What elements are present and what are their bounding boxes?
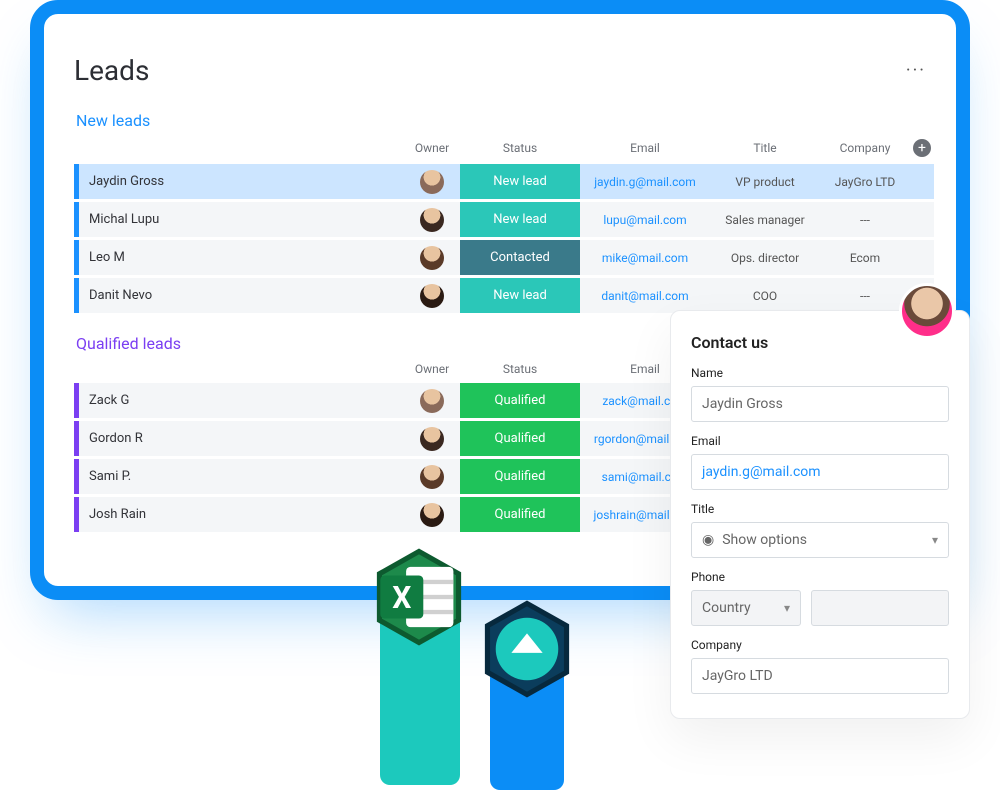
name-field[interactable]: Jaydin Gross — [691, 386, 949, 422]
lead-email[interactable]: danit@mail.com — [580, 278, 710, 313]
col-owner[interactable]: Owner — [404, 362, 460, 380]
lead-title[interactable]: Sales manager — [710, 202, 820, 237]
lead-name[interactable]: Jaydin Gross — [74, 164, 404, 199]
window-controls — [58, 22, 91, 29]
contact-avatar — [899, 283, 955, 339]
lead-email[interactable]: jaydin.g@mail.com — [580, 164, 710, 199]
status-cell[interactable]: Qualified — [460, 497, 580, 532]
owner-avatar[interactable] — [404, 421, 460, 456]
eye-icon: ◉ — [702, 532, 714, 548]
avatar-icon — [420, 208, 444, 232]
chevron-down-icon: ▾ — [932, 533, 938, 547]
lead-name[interactable]: Josh Rain — [74, 497, 404, 532]
lead-name[interactable]: Michal Lupu — [74, 202, 404, 237]
status-cell[interactable]: New lead — [460, 278, 580, 313]
table-row[interactable]: Michal Lupu New lead lupu@mail.com Sales… — [74, 202, 934, 237]
lead-company[interactable]: Ecom — [820, 240, 910, 275]
owner-avatar[interactable] — [404, 383, 460, 418]
title-label: Title — [691, 502, 949, 516]
phone-country-select[interactable]: Country ▾ — [691, 590, 801, 626]
avatar-icon — [420, 170, 444, 194]
owner-avatar[interactable] — [404, 202, 460, 237]
owner-avatar[interactable] — [404, 164, 460, 199]
col-status[interactable]: Status — [460, 139, 580, 161]
owner-avatar[interactable] — [404, 240, 460, 275]
group-title-new-leads[interactable]: New leads — [76, 111, 926, 130]
col-email[interactable]: Email — [580, 139, 710, 161]
lead-company[interactable]: --- — [820, 278, 910, 313]
status-cell[interactable]: New lead — [460, 202, 580, 237]
col-title[interactable]: Title — [710, 139, 820, 161]
lead-name[interactable]: Zack G — [74, 383, 404, 418]
lead-name[interactable]: Sami P. — [74, 459, 404, 494]
owner-avatar[interactable] — [404, 278, 460, 313]
status-cell[interactable]: Qualified — [460, 383, 580, 418]
contact-card: Contact us Name Jaydin Gross Email jaydi… — [670, 310, 970, 719]
col-owner[interactable]: Owner — [404, 139, 460, 161]
status-cell[interactable]: New lead — [460, 164, 580, 199]
chevron-down-icon: ▾ — [784, 601, 790, 615]
lead-title[interactable]: VP product — [710, 164, 820, 199]
integration-icon[interactable] — [484, 600, 570, 698]
avatar-icon — [420, 389, 444, 413]
phone-number-field[interactable] — [811, 590, 949, 626]
add-column-button[interactable]: + — [913, 139, 931, 157]
col-company[interactable]: Company — [820, 139, 910, 161]
avatar-icon — [420, 465, 444, 489]
more-menu-button[interactable]: ··· — [906, 60, 926, 81]
excel-integration-icon[interactable]: X — [376, 548, 462, 646]
lead-name[interactable]: Gordon R — [74, 421, 404, 456]
lead-email[interactable]: lupu@mail.com — [580, 202, 710, 237]
table-row[interactable]: Jaydin Gross New lead jaydin.g@mail.com … — [74, 164, 934, 199]
lead-company[interactable]: JayGro LTD — [820, 164, 910, 199]
title-select[interactable]: ◉Show options ▾ — [691, 522, 949, 558]
table-row[interactable]: Danit Nevo New lead danit@mail.com COO -… — [74, 278, 934, 313]
new-leads-table: Owner Status Email Title Company + Jaydi… — [74, 136, 934, 316]
col-status[interactable]: Status — [460, 362, 580, 380]
name-label: Name — [691, 366, 949, 380]
contact-card-heading: Contact us — [691, 333, 949, 352]
avatar-icon — [420, 284, 444, 308]
excel-glyph: X — [376, 548, 462, 646]
lead-email[interactable]: mike@mail.com — [580, 240, 710, 275]
lead-title[interactable]: Ops. director — [710, 240, 820, 275]
email-label: Email — [691, 434, 949, 448]
owner-avatar[interactable] — [404, 497, 460, 532]
owner-avatar[interactable] — [404, 459, 460, 494]
svg-text:X: X — [392, 581, 411, 616]
company-label: Company — [691, 638, 949, 652]
avatar-icon — [420, 427, 444, 451]
status-cell[interactable]: Contacted — [460, 240, 580, 275]
page-title: Leads — [74, 54, 149, 87]
page-header: Leads ··· — [74, 54, 926, 87]
lead-name[interactable]: Danit Nevo — [74, 278, 404, 313]
table-row[interactable]: Leo M Contacted mike@mail.com Ops. direc… — [74, 240, 934, 275]
status-cell[interactable]: Qualified — [460, 459, 580, 494]
integration-glyph — [484, 600, 570, 698]
status-cell[interactable]: Qualified — [460, 421, 580, 456]
lead-company[interactable]: --- — [820, 202, 910, 237]
lead-name[interactable]: Leo M — [74, 240, 404, 275]
lead-title[interactable]: COO — [710, 278, 820, 313]
email-field[interactable]: jaydin.g@mail.com — [691, 454, 949, 490]
avatar-icon — [420, 503, 444, 527]
phone-label: Phone — [691, 570, 949, 584]
avatar-icon — [420, 246, 444, 270]
company-field[interactable]: JayGro LTD — [691, 658, 949, 694]
